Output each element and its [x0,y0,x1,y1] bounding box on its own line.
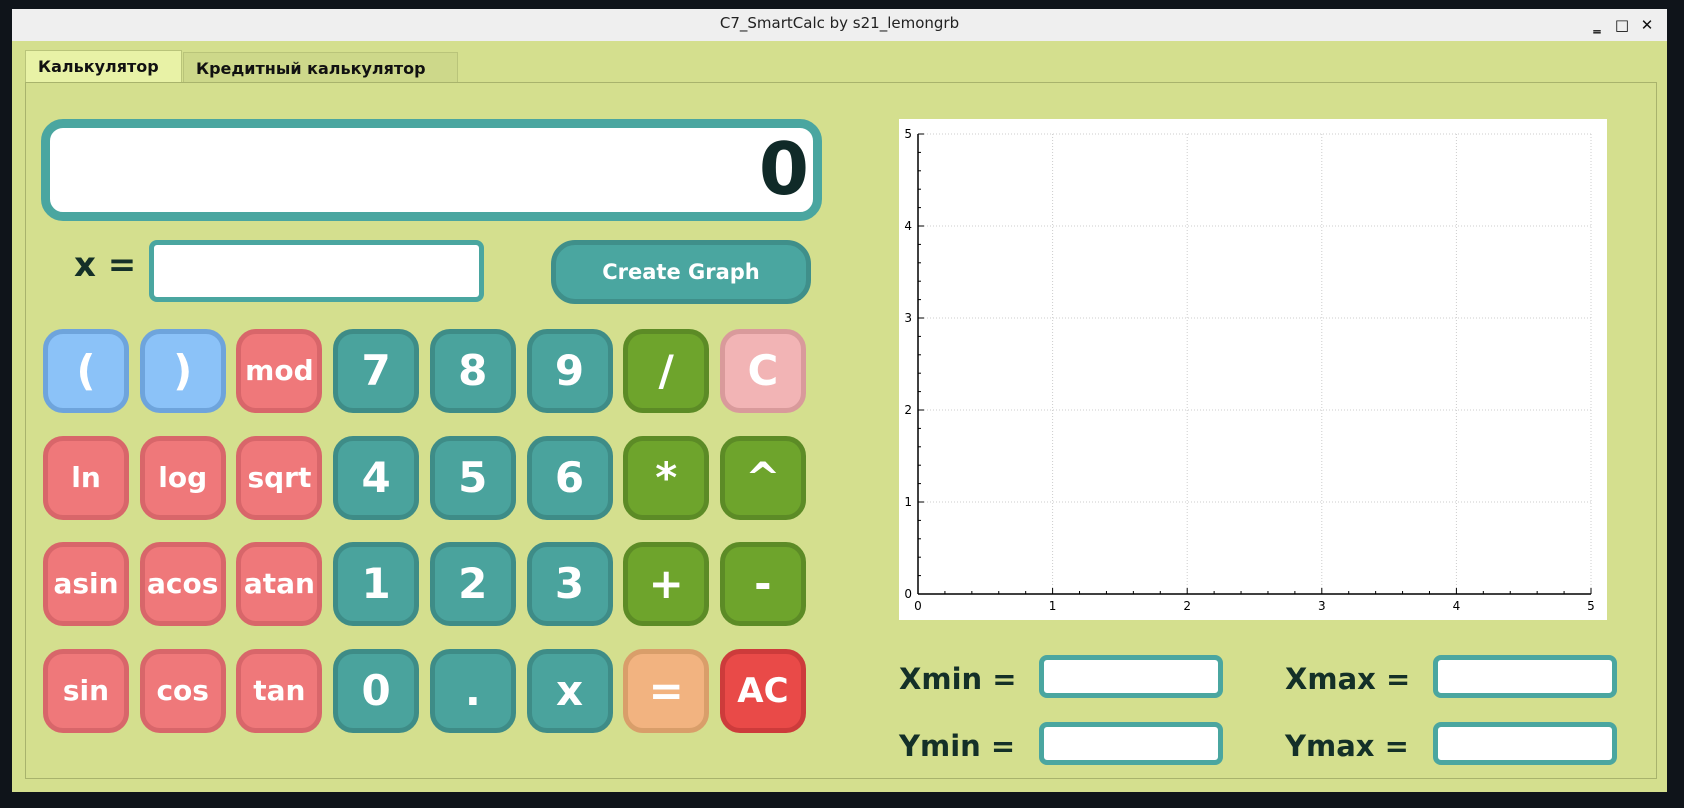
xmax-label: Xmax = [1285,662,1411,696]
ymax-input[interactable] [1433,722,1617,765]
y-tick-label: 2 [904,403,912,417]
graph-svg: 0 1 2 3 4 5 0 1 2 3 4 5 [904,127,1595,613]
key-power-button[interactable]: ^ [719,435,806,520]
key-open-paren-button[interactable]: ( [43,329,129,413]
key-sin-button[interactable]: sin [43,648,129,733]
tab-credit-calculator[interactable]: Кредитный калькулятор [183,52,458,83]
key-5-button[interactable]: 5 [429,435,516,520]
key-3-button[interactable]: 3 [526,542,613,626]
ymin-input[interactable] [1039,722,1223,765]
key-4-button[interactable]: 4 [333,435,420,520]
xmin-input[interactable] [1039,655,1223,698]
graph-plot: 0 1 2 3 4 5 0 1 2 3 4 5 [899,119,1607,620]
x-value-input[interactable] [149,240,484,302]
x-tick-label: 4 [1453,599,1461,613]
key-0-button[interactable]: 0 [333,648,420,733]
result-display: 0 [41,119,822,221]
key-1-button[interactable]: 1 [333,542,420,626]
x-tick-label: 3 [1318,599,1326,613]
y-tick-label: 0 [904,587,912,601]
key-acos-button[interactable]: acos [139,542,226,626]
tab-calculator[interactable]: Калькулятор [25,50,182,83]
close-icon[interactable]: ✕ [1637,15,1657,35]
app-window: C7_SmartCalc by s21_lemongrb ‗ □ ✕ Кальк… [12,9,1667,792]
key-sqrt-button[interactable]: sqrt [236,435,323,520]
key-dot-button[interactable]: . [429,648,516,733]
key-divide-button[interactable]: / [623,329,710,413]
key-x-button[interactable]: x [526,648,613,733]
ymin-label: Ymin = [899,729,1016,763]
key-ln-button[interactable]: ln [43,435,129,520]
key-7-button[interactable]: 7 [333,329,420,413]
x-label: x = [74,245,137,285]
key-equals-button[interactable]: = [623,648,710,733]
key-log-button[interactable]: log [139,435,226,520]
xmin-label: Xmin = [899,662,1017,696]
key-multiply-button[interactable]: * [623,435,710,520]
key-8-button[interactable]: 8 [429,329,516,413]
minimize-icon[interactable]: ‗ [1587,15,1607,35]
key-minus-button[interactable]: - [719,542,806,626]
y-tick-label: 4 [904,219,912,233]
y-tick-label: 1 [904,495,912,509]
xmax-input[interactable] [1433,655,1617,698]
key-plus-button[interactable]: + [623,542,710,626]
x-tick-label: 2 [1183,599,1191,613]
key-mod-button[interactable]: mod [236,329,323,413]
title-bar: C7_SmartCalc by s21_lemongrb ‗ □ ✕ [12,9,1667,41]
x-tick-label: 0 [914,599,922,613]
x-tick-label: 5 [1587,599,1595,613]
key-asin-button[interactable]: asin [43,542,129,626]
window-title: C7_SmartCalc by s21_lemongrb [719,14,960,32]
maximize-icon[interactable]: □ [1612,15,1632,35]
y-tick-label: 3 [904,311,912,325]
key-close-paren-button[interactable]: ) [139,329,226,413]
key-all-clear-button[interactable]: AC [719,648,806,733]
key-9-button[interactable]: 9 [526,329,613,413]
key-2-button[interactable]: 2 [429,542,516,626]
key-6-button[interactable]: 6 [526,435,613,520]
key-tan-button[interactable]: tan [236,648,323,733]
key-cos-button[interactable]: cos [139,648,226,733]
create-graph-button[interactable]: Create Graph [551,240,811,304]
y-tick-label: 5 [904,127,912,141]
x-tick-label: 1 [1049,599,1057,613]
ymax-label: Ymax = [1285,729,1409,763]
key-atan-button[interactable]: atan [236,542,323,626]
key-clear-button[interactable]: C [719,329,806,413]
